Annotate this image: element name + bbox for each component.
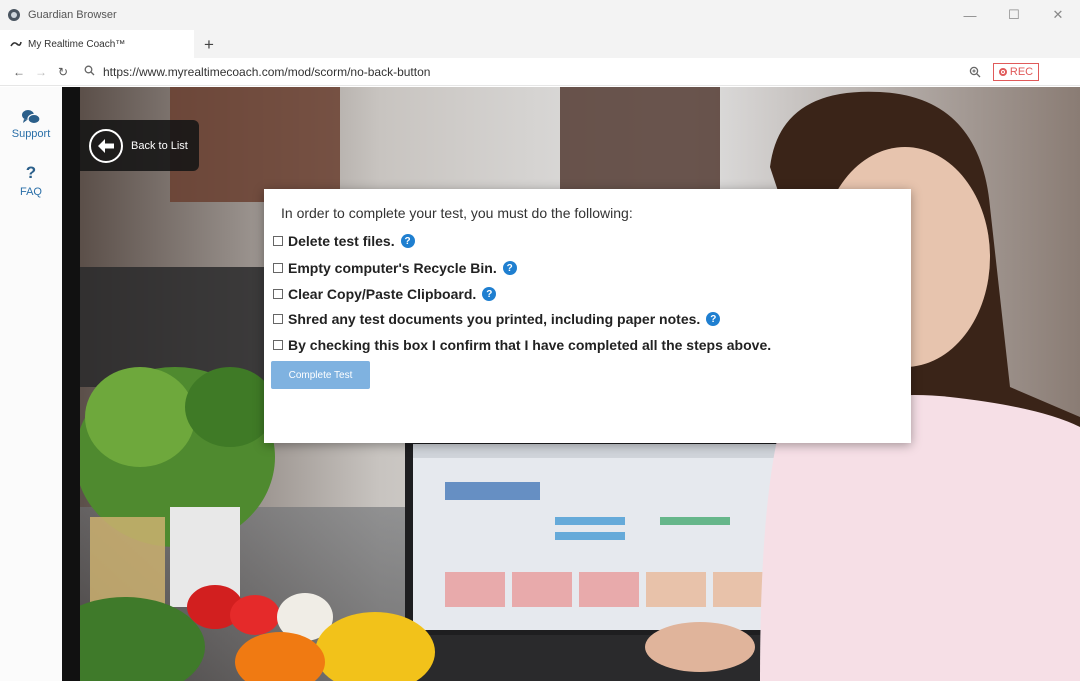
chat-bubbles-icon: [22, 110, 41, 125]
zoom-icon[interactable]: [964, 61, 986, 83]
back-to-list-label: Back to List: [131, 139, 188, 152]
question-circle-icon[interactable]: ?: [706, 312, 721, 326]
left-sidebar: Support ? FAQ: [0, 87, 62, 681]
checklist-label: Empty computer's Recycle Bin.: [288, 260, 497, 276]
back-to-list-button[interactable]: Back to List: [80, 120, 199, 171]
new-tab-button[interactable]: +: [198, 34, 220, 56]
tab-my-realtime-coach[interactable]: My Realtime Coach™: [0, 30, 194, 58]
question-circle-icon[interactable]: ?: [482, 287, 497, 301]
content-area: Back to List In order to complete your t…: [62, 87, 1080, 681]
close-icon[interactable]: ✕: [1036, 0, 1080, 30]
sidebar-item-support[interactable]: Support: [0, 109, 62, 140]
search-icon: [84, 65, 95, 79]
checklist-label: Shred any test documents you printed, in…: [288, 311, 701, 327]
checklist-item-confirm[interactable]: By checking this box I confirm that I ha…: [273, 337, 771, 353]
question-icon: ?: [25, 163, 37, 182]
tab-label: My Realtime Coach™: [28, 38, 126, 50]
checklist-label: By checking this box I confirm that I ha…: [288, 337, 772, 353]
complete-test-dialog: In order to complete your test, you must…: [264, 189, 911, 443]
tab-bar: My Realtime Coach™ +: [0, 30, 1080, 58]
minimize-icon[interactable]: —: [948, 0, 992, 30]
checklist-item-delete-files[interactable]: Delete test files. ?: [273, 233, 415, 249]
sidebar-item-faq[interactable]: ? FAQ: [0, 163, 62, 198]
checklist-item-recycle-bin[interactable]: Empty computer's Recycle Bin. ?: [273, 260, 517, 276]
question-circle-icon[interactable]: ?: [400, 234, 415, 248]
maximize-icon[interactable]: ☐: [992, 0, 1036, 30]
rec-label: REC: [1009, 66, 1034, 78]
complete-test-button[interactable]: Complete Test: [271, 361, 370, 389]
checklist-label: Clear Copy/Paste Clipboard.: [288, 286, 477, 302]
tab-favicon-icon: [10, 40, 22, 48]
window-controls: — ☐ ✕: [948, 0, 1080, 30]
navigation-bar: ← → ↻ https://www.myrealtimecoach.com/mo…: [0, 58, 1080, 86]
checklist-item-shred-documents[interactable]: Shred any test documents you printed, in…: [273, 311, 721, 327]
checkbox[interactable]: [273, 263, 283, 273]
sidebar-label-faq: FAQ: [19, 186, 42, 198]
window-titlebar: Guardian Browser — ☐ ✕: [0, 0, 1080, 30]
checklist-label: Delete test files.: [288, 233, 395, 249]
record-icon: [998, 68, 1007, 76]
address-bar-url[interactable]: https://www.myrealtimecoach.com/mod/scor…: [103, 65, 430, 79]
sidebar-label-support: Support: [11, 128, 51, 140]
rec-indicator: REC: [993, 63, 1039, 81]
checkbox[interactable]: [273, 340, 283, 350]
window-title: Guardian Browser: [28, 9, 117, 21]
checkbox[interactable]: [273, 289, 283, 299]
back-arrow-icon[interactable]: ←: [8, 61, 30, 83]
dialog-instructions: In order to complete your test, you must…: [281, 205, 633, 221]
checkbox[interactable]: [273, 314, 283, 324]
checklist-item-clipboard[interactable]: Clear Copy/Paste Clipboard. ?: [273, 286, 497, 302]
question-circle-icon[interactable]: ?: [502, 261, 517, 275]
checkbox[interactable]: [273, 236, 283, 246]
app-icon: [8, 9, 20, 21]
arrow-left-circle-icon: [89, 128, 123, 163]
forward-arrow-icon[interactable]: →: [30, 61, 52, 83]
reload-icon[interactable]: ↻: [52, 61, 74, 83]
